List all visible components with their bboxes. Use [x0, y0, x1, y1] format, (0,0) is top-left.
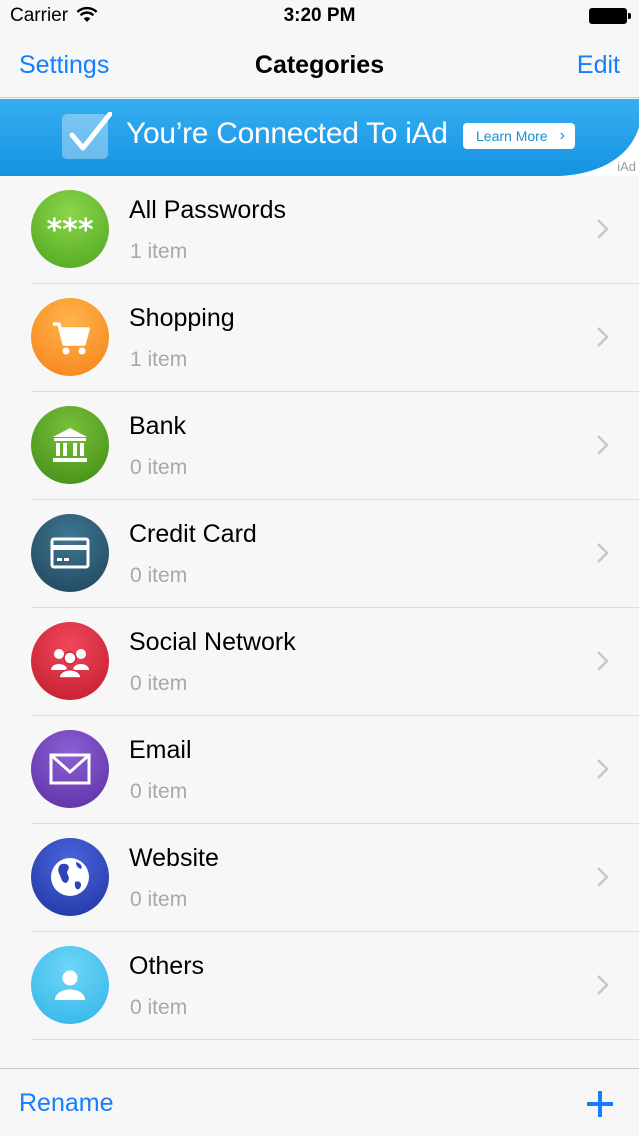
category-count: 0 item — [130, 780, 188, 803]
category-name: Others — [129, 952, 205, 980]
bank-icon — [31, 406, 109, 484]
credit-card-icon — [31, 514, 109, 592]
category-name: Social Network — [129, 628, 296, 656]
battery-icon — [589, 8, 631, 24]
shopping-cart-icon — [31, 298, 109, 376]
category-count: 1 item — [130, 348, 188, 371]
category-count: 0 item — [130, 456, 188, 479]
category-name: Shopping — [129, 304, 235, 332]
navigation-bar: Settings Categories Edit — [0, 32, 639, 98]
chevron-right-icon — [597, 759, 609, 779]
category-count: 0 item — [130, 564, 188, 587]
category-row-bank[interactable]: Bank 0 item — [0, 392, 639, 500]
category-row-website[interactable]: Website 0 item — [0, 824, 639, 932]
category-count: 1 item — [130, 240, 188, 263]
category-row-all-passwords[interactable]: *** All Passwords 1 item — [0, 176, 639, 284]
people-icon — [31, 622, 109, 700]
category-row-others[interactable]: Others 0 item — [0, 932, 639, 1040]
category-name: Email — [129, 736, 192, 764]
bottom-toolbar: Rename — [0, 1068, 639, 1136]
category-count: 0 item — [130, 888, 188, 911]
category-name: Bank — [129, 412, 186, 440]
person-icon — [31, 946, 109, 1024]
category-name: All Passwords — [129, 196, 286, 224]
divider — [31, 1039, 639, 1040]
edit-button[interactable]: Edit — [577, 51, 620, 80]
category-row-email[interactable]: Email 0 item — [0, 716, 639, 824]
learn-more-label: Learn More — [476, 128, 548, 144]
category-row-shopping[interactable]: Shopping 1 item — [0, 284, 639, 392]
chevron-right-icon — [597, 435, 609, 455]
rename-button[interactable]: Rename — [19, 1089, 114, 1118]
page-title: Categories — [254, 51, 385, 79]
chevron-right-icon — [597, 867, 609, 887]
globe-icon — [31, 838, 109, 916]
svg-text:***: *** — [46, 213, 93, 248]
category-name: Credit Card — [129, 520, 257, 548]
chevron-right-icon: › — [559, 127, 565, 144]
category-count: 0 item — [130, 996, 188, 1019]
envelope-icon — [31, 730, 109, 808]
chevron-right-icon — [597, 327, 609, 347]
category-name: Website — [129, 844, 219, 872]
chevron-right-icon — [597, 651, 609, 671]
chevron-right-icon — [597, 975, 609, 995]
ad-message: You’re Connected To iAd — [126, 117, 448, 150]
checkmark-icon — [62, 112, 112, 159]
chevron-right-icon — [597, 543, 609, 563]
asterisks-icon: *** — [31, 190, 109, 268]
category-row-credit-card[interactable]: Credit Card 0 item — [0, 500, 639, 608]
chevron-right-icon — [597, 219, 609, 239]
category-count: 0 item — [130, 672, 188, 695]
category-row-social-network[interactable]: Social Network 0 item — [0, 608, 639, 716]
learn-more-button[interactable]: Learn More › — [463, 123, 575, 149]
iad-tag: iAd — [617, 159, 636, 174]
plus-icon[interactable] — [587, 1091, 613, 1117]
status-bar: Carrier 3:20 PM — [0, 0, 639, 32]
clock: 3:20 PM — [283, 5, 356, 26]
